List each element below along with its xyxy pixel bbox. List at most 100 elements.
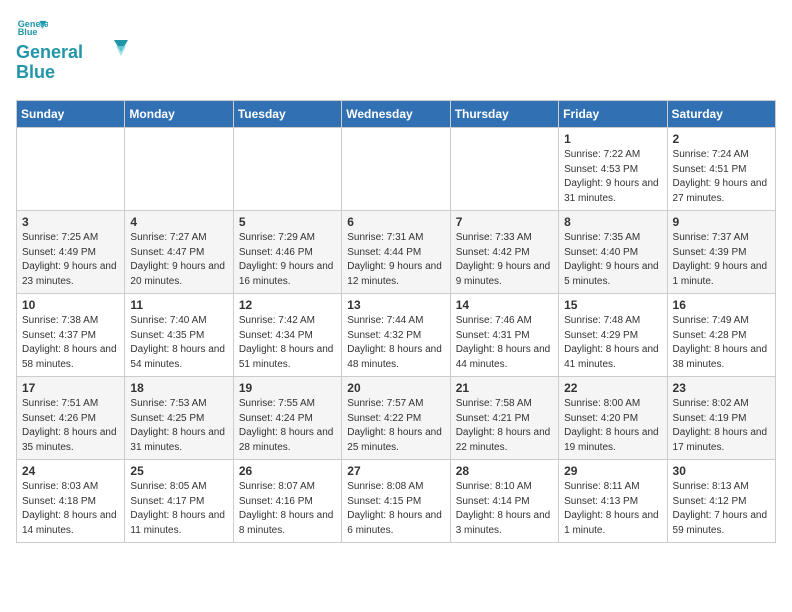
calendar-cell [342, 128, 450, 211]
cell-info: Sunset: 4:17 PM [130, 495, 227, 510]
calendar-cell: 4Sunrise: 7:27 AMSunset: 4:47 PMDaylight… [125, 211, 233, 294]
cell-info: Sunset: 4:15 PM [347, 495, 444, 510]
svg-text:Blue: Blue [18, 27, 38, 37]
day-number: 28 [456, 464, 553, 478]
day-number: 18 [130, 381, 227, 395]
calendar-cell: 13Sunrise: 7:44 AMSunset: 4:32 PMDayligh… [342, 294, 450, 377]
calendar-cell: 28Sunrise: 8:10 AMSunset: 4:14 PMDayligh… [450, 460, 558, 543]
cell-info: Daylight: 8 hours and 17 minutes. [673, 426, 770, 455]
calendar-cell: 5Sunrise: 7:29 AMSunset: 4:46 PMDaylight… [233, 211, 341, 294]
week-row-2: 10Sunrise: 7:38 AMSunset: 4:37 PMDayligh… [17, 294, 776, 377]
calendar-cell [125, 128, 233, 211]
cell-info: Sunrise: 8:03 AM [22, 480, 119, 495]
day-number: 30 [673, 464, 770, 478]
column-header-wednesday: Wednesday [342, 101, 450, 128]
cell-info: Sunrise: 7:25 AM [22, 231, 119, 246]
day-number: 9 [673, 215, 770, 229]
calendar-table: SundayMondayTuesdayWednesdayThursdayFrid… [16, 100, 776, 543]
cell-info: Sunset: 4:40 PM [564, 246, 661, 261]
cell-info: Sunset: 4:35 PM [130, 329, 227, 344]
column-header-thursday: Thursday [450, 101, 558, 128]
cell-info: Daylight: 8 hours and 11 minutes. [130, 509, 227, 538]
day-number: 12 [239, 298, 336, 312]
calendar-cell: 12Sunrise: 7:42 AMSunset: 4:34 PMDayligh… [233, 294, 341, 377]
cell-info: Sunset: 4:13 PM [564, 495, 661, 510]
cell-info: Sunrise: 7:46 AM [456, 314, 553, 329]
cell-info: Sunrise: 7:37 AM [673, 231, 770, 246]
calendar-cell: 21Sunrise: 7:58 AMSunset: 4:21 PMDayligh… [450, 377, 558, 460]
calendar-cell: 1Sunrise: 7:22 AMSunset: 4:53 PMDaylight… [559, 128, 667, 211]
cell-info: Sunrise: 8:02 AM [673, 397, 770, 412]
day-number: 19 [239, 381, 336, 395]
svg-text:General: General [16, 42, 83, 62]
calendar-body: 1Sunrise: 7:22 AMSunset: 4:53 PMDaylight… [17, 128, 776, 543]
day-number: 7 [456, 215, 553, 229]
day-number: 2 [673, 132, 770, 146]
calendar-cell: 20Sunrise: 7:57 AMSunset: 4:22 PMDayligh… [342, 377, 450, 460]
cell-info: Daylight: 8 hours and 35 minutes. [22, 426, 119, 455]
calendar-cell: 15Sunrise: 7:48 AMSunset: 4:29 PMDayligh… [559, 294, 667, 377]
calendar-cell: 3 Sunrise: 7:25 AMSunset: 4:49 PMDaylight… [17, 211, 125, 294]
cell-info: Daylight: 8 hours and 19 minutes. [564, 426, 661, 455]
day-number: 14 [456, 298, 553, 312]
calendar-cell: 18Sunrise: 7:53 AMSunset: 4:25 PMDayligh… [125, 377, 233, 460]
cell-info: Sunset: 4:14 PM [456, 495, 553, 510]
cell-info: Sunrise: 7:24 AM [673, 148, 770, 163]
cell-info: Sunset: 4:16 PM [239, 495, 336, 510]
cell-info: Sunrise: 7:27 AM [130, 231, 227, 246]
day-number: 26 [239, 464, 336, 478]
calendar-cell [17, 128, 125, 211]
calendar-cell: 2Sunrise: 7:24 AMSunset: 4:51 PMDaylight… [667, 128, 775, 211]
cell-info: Daylight: 9 hours and 5 minutes. [564, 260, 661, 289]
cell-info: Sunrise: 7:58 AM [456, 397, 553, 412]
week-row-0: 1Sunrise: 7:22 AMSunset: 4:53 PMDaylight… [17, 128, 776, 211]
cell-info: Sunrise: 7:38 AM [22, 314, 119, 329]
cell-info: Daylight: 8 hours and 41 minutes. [564, 343, 661, 372]
day-number: 4 [130, 215, 227, 229]
cell-info: Sunrise: 7:31 AM [347, 231, 444, 246]
cell-info: Sunset: 4:31 PM [456, 329, 553, 344]
calendar-cell: 24Sunrise: 8:03 AMSunset: 4:18 PMDayligh… [17, 460, 125, 543]
cell-info: Sunrise: 8:05 AM [130, 480, 227, 495]
day-number: 25 [130, 464, 227, 478]
cell-info: Sunset: 4:26 PM [22, 412, 119, 427]
cell-info: Sunset: 4:22 PM [347, 412, 444, 427]
cell-info: Daylight: 8 hours and 51 minutes. [239, 343, 336, 372]
logo-svg: General Blue [16, 38, 136, 83]
cell-info: Daylight: 8 hours and 58 minutes. [22, 343, 119, 372]
calendar-cell: 9Sunrise: 7:37 AMSunset: 4:39 PMDaylight… [667, 211, 775, 294]
calendar-cell: 30Sunrise: 8:13 AMSunset: 4:12 PMDayligh… [667, 460, 775, 543]
cell-info: Sunrise: 7:55 AM [239, 397, 336, 412]
day-number: 27 [347, 464, 444, 478]
cell-info: Daylight: 9 hours and 9 minutes. [456, 260, 553, 289]
cell-info: Sunrise: 7:57 AM [347, 397, 444, 412]
column-header-monday: Monday [125, 101, 233, 128]
cell-info: Sunset: 4:32 PM [347, 329, 444, 344]
column-header-sunday: Sunday [17, 101, 125, 128]
cell-info: Daylight: 8 hours and 1 minute. [564, 509, 661, 538]
day-number: 22 [564, 381, 661, 395]
day-number: 11 [130, 298, 227, 312]
cell-info: Sunrise: 8:07 AM [239, 480, 336, 495]
day-number: 3 [22, 215, 119, 229]
day-number: 13 [347, 298, 444, 312]
cell-info: Sunset: 4:51 PM [673, 163, 770, 178]
calendar-cell: 17Sunrise: 7:51 AMSunset: 4:26 PMDayligh… [17, 377, 125, 460]
cell-info: Daylight: 8 hours and 54 minutes. [130, 343, 227, 372]
calendar-cell: 22Sunrise: 8:00 AMSunset: 4:20 PMDayligh… [559, 377, 667, 460]
cell-info: Sunset: 4:19 PM [673, 412, 770, 427]
cell-info: Sunrise: 8:08 AM [347, 480, 444, 495]
cell-info: Sunset: 4:24 PM [239, 412, 336, 427]
cell-info: Sunrise: 7:35 AM [564, 231, 661, 246]
cell-info: Sunset: 4:49 PM [22, 246, 119, 261]
cell-info: Daylight: 8 hours and 25 minutes. [347, 426, 444, 455]
calendar-cell: 27Sunrise: 8:08 AMSunset: 4:15 PMDayligh… [342, 460, 450, 543]
svg-text:Blue: Blue [16, 62, 55, 82]
cell-info: Daylight: 9 hours and 23 minutes. [22, 260, 119, 289]
calendar-cell: 7Sunrise: 7:33 AMSunset: 4:42 PMDaylight… [450, 211, 558, 294]
cell-info: Sunrise: 7:53 AM [130, 397, 227, 412]
day-number: 17 [22, 381, 119, 395]
logo: General Blue General Blue [16, 16, 136, 88]
cell-info: Daylight: 9 hours and 20 minutes. [130, 260, 227, 289]
calendar-cell: 19Sunrise: 7:55 AMSunset: 4:24 PMDayligh… [233, 377, 341, 460]
